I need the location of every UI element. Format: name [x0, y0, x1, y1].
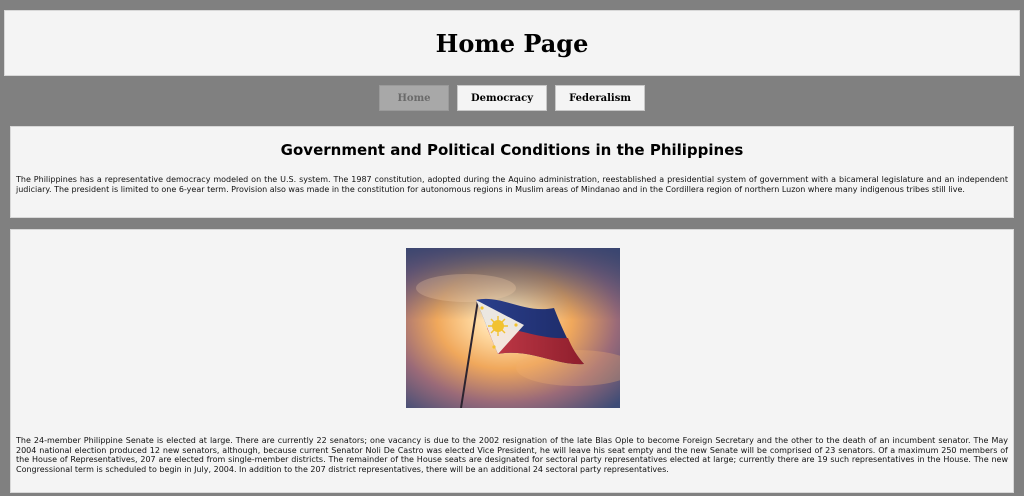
nav-home-button[interactable]: Home [379, 85, 449, 111]
intro-paragraph: The Philippines has a representative dem… [16, 175, 1008, 194]
nav-bar: Home Democracy Federalism [0, 85, 1024, 113]
page-header: Home Page [4, 10, 1020, 76]
nav-federalism-button[interactable]: Federalism [555, 85, 645, 111]
intro-panel: Government and Political Conditions in t… [10, 126, 1014, 218]
senate-paragraph: The 24-member Philippine Senate is elect… [16, 436, 1008, 474]
content-panel: The 24-member Philippine Senate is elect… [10, 229, 1014, 493]
philippine-flag-image [406, 248, 620, 408]
nav-democracy-button[interactable]: Democracy [457, 85, 547, 111]
section-heading: Government and Political Conditions in t… [280, 141, 744, 159]
page-title: Home Page [435, 28, 589, 58]
